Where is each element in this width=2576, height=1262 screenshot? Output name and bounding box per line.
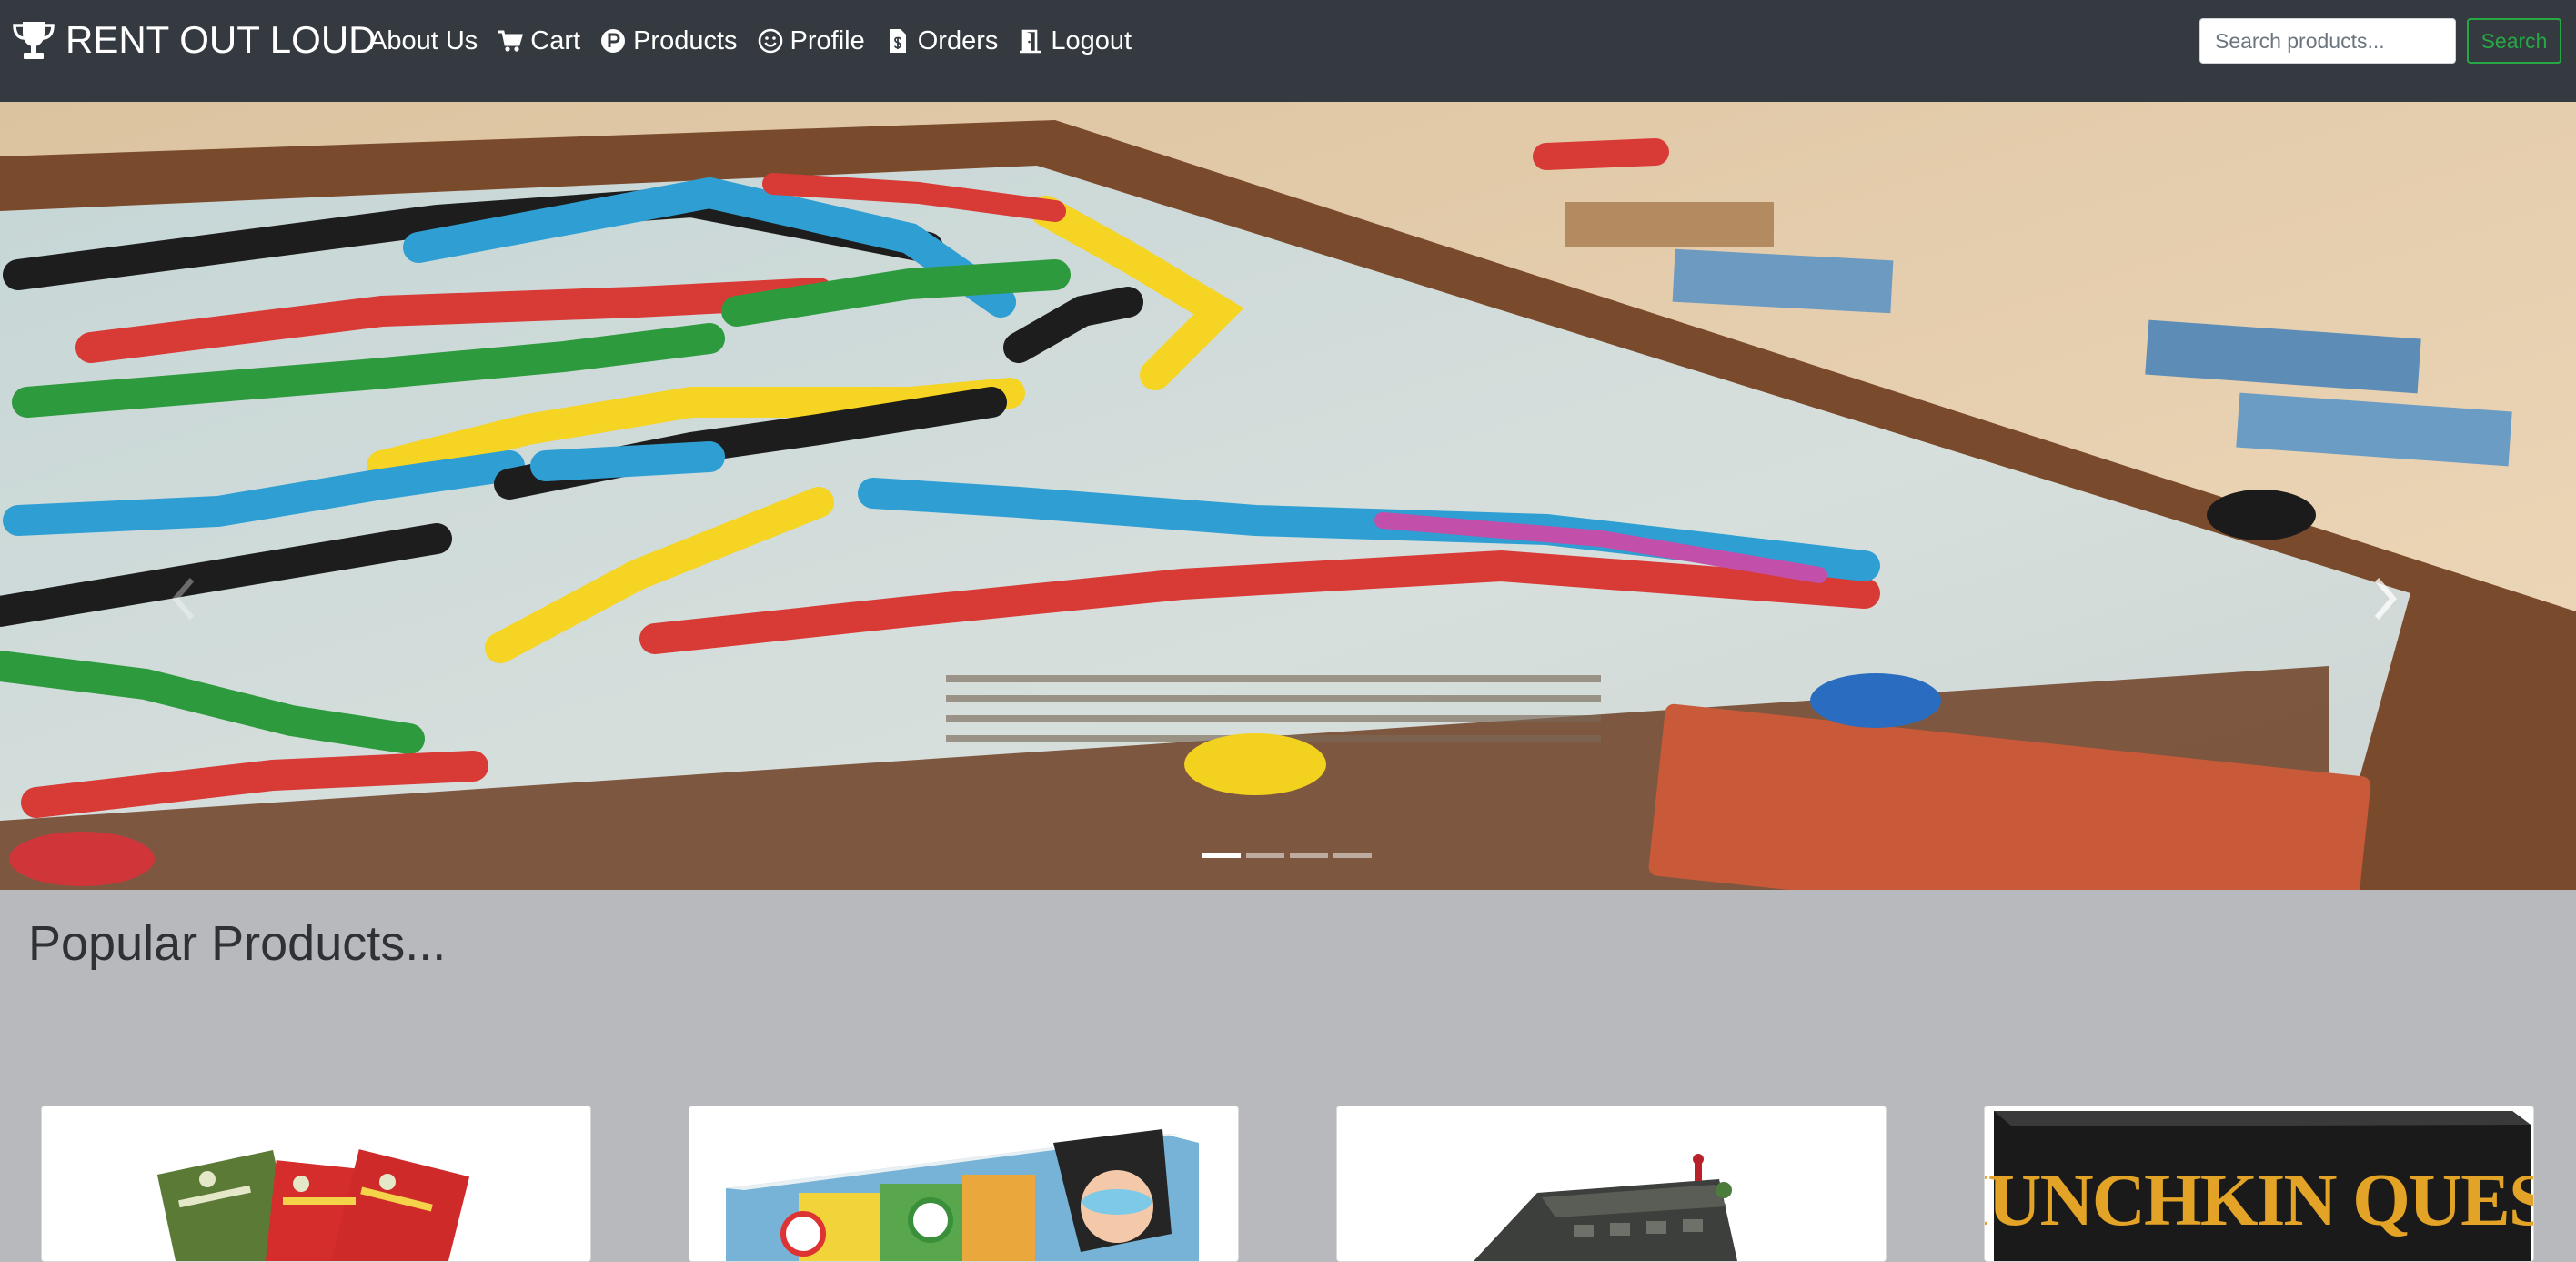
trophy-icon bbox=[13, 22, 55, 59]
nav-logout-label: Logout bbox=[1051, 25, 1132, 56]
nav-products-label: Products bbox=[633, 25, 738, 56]
nav-cart[interactable]: Cart bbox=[498, 26, 580, 56]
search-button[interactable]: Search bbox=[2467, 18, 2561, 64]
board-game-photo bbox=[0, 102, 2576, 890]
cart-icon bbox=[498, 30, 524, 52]
nav-cart-label: Cart bbox=[530, 25, 581, 56]
nav-profile-label: Profile bbox=[790, 25, 865, 56]
carousel-next-control[interactable] bbox=[2365, 564, 2405, 633]
product-card-3[interactable] bbox=[1336, 1106, 1887, 1262]
brand-link[interactable]: RENT OUT LOUD bbox=[11, 16, 377, 64]
carousel-indicators bbox=[1202, 853, 1372, 858]
nav-profile[interactable]: Profile bbox=[758, 26, 865, 56]
munchkin-quest-box-photo: MUNCHKIN QUEST bbox=[1985, 1106, 2533, 1261]
nav-products[interactable]: Products bbox=[600, 25, 738, 56]
munchkin-box-title: MUNCHKIN QUEST bbox=[1985, 1158, 2533, 1241]
nav-logout[interactable]: Logout bbox=[1018, 26, 1132, 56]
navbar: RENT OUT LOUD About Us Cart Products Pro… bbox=[0, 0, 2576, 102]
dark-board-game-photo bbox=[1337, 1106, 1886, 1261]
nav-about-us[interactable]: About Us bbox=[369, 26, 478, 56]
monopoly-box-photo bbox=[689, 1106, 1238, 1261]
hero-carousel bbox=[0, 102, 2576, 890]
receipt-icon bbox=[889, 29, 906, 53]
carousel-indicator-4[interactable] bbox=[1333, 853, 1372, 858]
smile-icon bbox=[758, 28, 782, 54]
door-icon bbox=[1020, 29, 1042, 54]
product-p-icon bbox=[601, 29, 626, 53]
nav-links: About Us Cart Products Profile Orders Lo… bbox=[369, 20, 1152, 62]
product-card-4[interactable]: MUNCHKIN QUEST bbox=[1984, 1106, 2534, 1262]
brand-name: RENT OUT LOUD bbox=[65, 18, 377, 61]
card-game-box-photo bbox=[42, 1106, 590, 1261]
search-input[interactable] bbox=[2199, 18, 2456, 64]
nav-about-us-label: About Us bbox=[369, 25, 478, 56]
chevron-left-icon bbox=[172, 578, 195, 620]
nav-orders[interactable]: Orders bbox=[885, 25, 999, 56]
carousel-indicator-1[interactable] bbox=[1202, 853, 1241, 858]
nav-orders-label: Orders bbox=[917, 25, 999, 56]
carousel-indicator-3[interactable] bbox=[1290, 853, 1328, 858]
section-title: Popular Products... bbox=[28, 916, 447, 971]
chevron-right-icon bbox=[2374, 578, 2397, 620]
carousel-indicator-2[interactable] bbox=[1246, 853, 1284, 858]
product-card-1[interactable] bbox=[41, 1106, 591, 1262]
carousel-prev-control[interactable] bbox=[164, 564, 204, 633]
product-card-2[interactable] bbox=[689, 1106, 1239, 1262]
